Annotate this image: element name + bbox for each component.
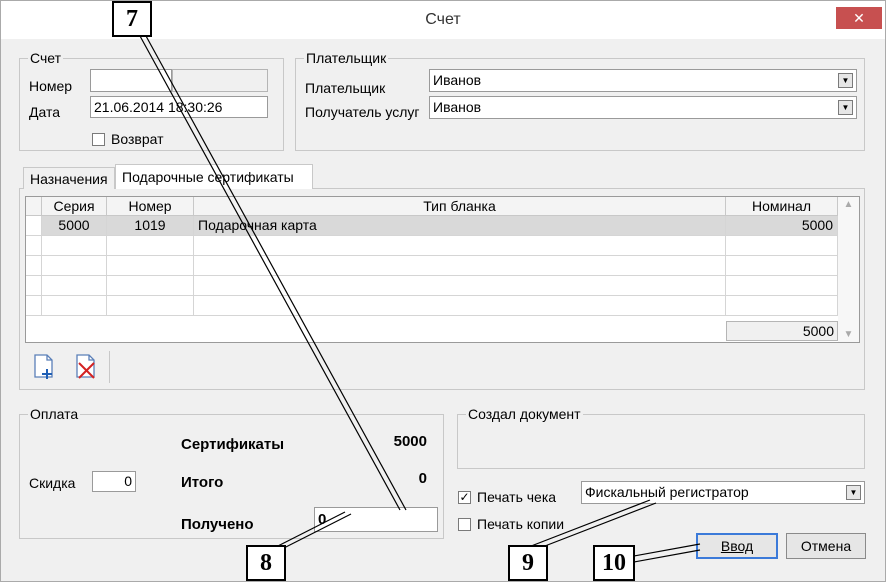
empty-cell (726, 256, 838, 276)
callout-10: 10 (593, 545, 635, 581)
toolbar-divider (109, 351, 110, 383)
empty-cell (42, 276, 107, 296)
empty-row-indicator (26, 256, 42, 276)
cell-blank-type[interactable]: Подарочная карта (194, 216, 726, 236)
empty-cell (42, 236, 107, 256)
tab-gift-certificates[interactable]: Подарочные сертификаты (115, 164, 313, 189)
callout-8: 8 (246, 545, 286, 581)
row-indicator[interactable] (26, 216, 42, 236)
tab-assignments[interactable]: Назначения (23, 167, 115, 189)
empty-cell (726, 236, 838, 256)
cell-series[interactable]: 5000 (42, 216, 107, 236)
delete-document-icon (76, 354, 95, 379)
invoice-dialog: Счет ✕ Счет Номер Дата 21.06.2014 18:30:… (0, 0, 886, 582)
empty-cell (107, 296, 194, 316)
cancel-button[interactable]: Отмена (786, 533, 866, 559)
total-value: 0 (418, 470, 427, 487)
column-header-number[interactable]: Номер (107, 197, 194, 216)
delete-certificate-button[interactable] (73, 353, 99, 381)
certificates-value: 5000 (393, 433, 427, 450)
payer-group-title: Плательщик (304, 50, 389, 66)
recipient-select[interactable]: Иванов (429, 96, 857, 119)
certificates-label: Сертификаты (181, 436, 285, 453)
recipient-label: Получатель услуг (305, 104, 420, 120)
grid-total-nominal: 5000 (726, 321, 838, 341)
column-header-series[interactable]: Серия (42, 197, 107, 216)
payment-group-title: Оплата (28, 406, 81, 422)
add-certificate-button[interactable] (31, 353, 57, 381)
recipient-dropdown-icon[interactable]: ▼ (838, 100, 853, 115)
empty-cell (194, 296, 726, 316)
column-header-nominal[interactable]: Номинал (726, 197, 838, 216)
empty-cell (194, 256, 726, 276)
close-button[interactable]: ✕ (836, 7, 882, 29)
discount-input[interactable]: 0 (92, 471, 136, 492)
column-header-blank-type[interactable]: Тип бланка (194, 197, 726, 216)
received-label: Получено (181, 516, 254, 533)
date-label: Дата (29, 104, 61, 120)
scroll-up-icon[interactable]: ▲ (838, 199, 859, 210)
payer-label: Плательщик (305, 80, 386, 96)
total-label: Итого (181, 474, 224, 491)
number-label: Номер (29, 78, 73, 94)
payer-dropdown-icon[interactable]: ▼ (838, 73, 853, 88)
empty-row-indicator (26, 296, 42, 316)
empty-cell (107, 276, 194, 296)
creator-group-title: Создал документ (466, 406, 583, 422)
empty-cell (726, 276, 838, 296)
number-secondary-field (172, 69, 268, 92)
empty-cell (726, 296, 838, 316)
scroll-down-icon[interactable]: ▼ (838, 329, 859, 340)
discount-label: Скидка (29, 475, 76, 491)
number-input[interactable] (90, 69, 172, 92)
callout-7: 7 (112, 1, 152, 37)
return-checkbox[interactable] (92, 133, 105, 146)
empty-cell (194, 276, 726, 296)
ok-button[interactable]: Ввод (696, 533, 778, 559)
invoice-group-title: Счет (28, 50, 63, 66)
print-receipt-checkbox[interactable]: ✓ (458, 491, 471, 504)
add-document-icon (34, 354, 53, 379)
received-input[interactable]: 0 (314, 507, 438, 532)
callout-9: 9 (508, 545, 548, 581)
empty-cell (107, 256, 194, 276)
empty-row-indicator (26, 276, 42, 296)
grid-row-header-corner (26, 197, 42, 216)
payer-select[interactable]: Иванов (429, 69, 857, 92)
fiscal-device-select[interactable]: Фискальный регистратор (581, 481, 865, 504)
certificates-grid: Серия Номер Тип бланка Номинал 5000 1019… (25, 196, 860, 343)
print-copy-checkbox[interactable] (458, 518, 471, 531)
empty-cell (194, 236, 726, 256)
ok-button-label: Ввод (720, 538, 754, 554)
empty-cell (42, 256, 107, 276)
cell-number[interactable]: 1019 (107, 216, 194, 236)
grid-vertical-scrollbar[interactable]: ▲ ▼ (838, 197, 859, 342)
print-receipt-label: Печать чека (477, 489, 557, 505)
return-label: Возврат (111, 131, 164, 147)
empty-row-indicator (26, 236, 42, 256)
fiscal-device-dropdown-icon[interactable]: ▼ (846, 485, 861, 500)
creator-group: Создал документ (457, 406, 865, 469)
print-copy-label: Печать копии (477, 516, 565, 532)
empty-cell (42, 296, 107, 316)
date-input[interactable]: 21.06.2014 18:30:26 (90, 96, 268, 118)
empty-cell (107, 236, 194, 256)
cell-nominal[interactable]: 5000 (726, 216, 838, 236)
